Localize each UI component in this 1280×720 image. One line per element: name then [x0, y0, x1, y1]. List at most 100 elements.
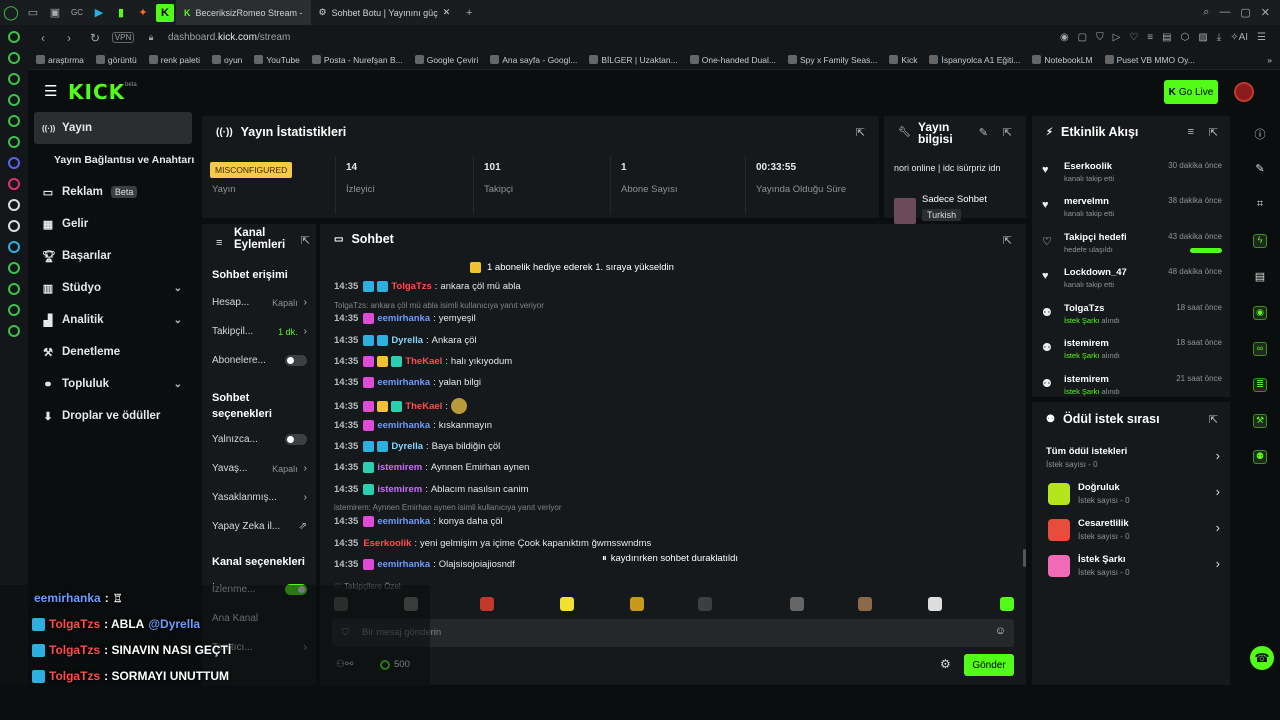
sidebar-item-stüdyo[interactable]: ▥ Stüdyo ⌄ [28, 272, 198, 304]
sidebar-app-icon[interactable] [8, 115, 20, 127]
bolt-icon[interactable]: ϟ [1253, 234, 1267, 248]
reward-row[interactable]: Cesaretlilik İstek sayısı - 0 › [1042, 516, 1220, 548]
bookmark-item[interactable]: Ana sayfa - Googl... [490, 55, 577, 65]
vpn-icon[interactable]: VPN [112, 32, 134, 43]
bookmark-item[interactable]: Google Çeviri [414, 55, 478, 65]
chat-username[interactable]: TolgaTzs [391, 281, 431, 292]
chat-message[interactable]: 14:35 istemirem: Aynnen Emirhan aynen [334, 462, 529, 473]
snapshot-icon[interactable]: ▢ [1078, 32, 1087, 43]
emote-icon[interactable] [560, 597, 574, 611]
sidebar-item-denetleme[interactable]: ⚒ Denetleme [28, 336, 198, 368]
chat-icon[interactable]: ◉ [1253, 306, 1267, 320]
event-item[interactable]: ♥ mervelmn kanalı takip etti 38 dakika önce [1042, 196, 1222, 230]
chat-message[interactable]: 14:35 istemirem: Ablacım nasılsın canim [334, 484, 529, 495]
search-icon[interactable]: ⌕ [1203, 6, 1209, 19]
close-window-icon[interactable]: ✕ [1261, 6, 1270, 19]
sidebar-item-analitik[interactable]: ▟ Analitik ⌄ [28, 304, 198, 336]
bookmark-item[interactable]: YouTube [254, 55, 300, 65]
chat-username[interactable]: eemirhanka [377, 516, 430, 527]
emoji-icon[interactable]: ☺ [995, 625, 1006, 637]
hamburger-icon[interactable]: ☰ [44, 82, 57, 100]
sidebar-item-başarılar[interactable]: 🏆︎ Başarılar [28, 240, 198, 272]
event-item[interactable]: ♥ Lockdown_47 kanalı takip etti 48 dakika ö… [1042, 267, 1222, 301]
minimize-icon[interactable]: — [1219, 6, 1230, 19]
tab-sohbet-botu[interactable]: ⚙ Sohbet Botu | Yayınını güç ✕ [311, 0, 459, 25]
channel-setting-row[interactable]: Yasaklanmış... › [212, 492, 307, 503]
sidebar-app-icon[interactable] [8, 73, 20, 85]
chat-username[interactable]: eemirhanka [377, 420, 430, 431]
event-item[interactable]: ♥ Eserkoolik kanalı takip etti 30 dakika ön… [1042, 161, 1222, 195]
bookmark-item[interactable]: Kick [889, 55, 917, 65]
reward-icon[interactable]: ⚉ [1253, 450, 1267, 464]
tab-beceriksizromeo[interactable]: K BeceriksizRomeo Stream - [176, 0, 311, 25]
tab-icon[interactable]: ▣ [44, 0, 66, 25]
channel-setting-row[interactable]: Yalnızca... [212, 434, 307, 445]
chat-username[interactable]: istemirem [377, 484, 422, 495]
bookmark-item[interactable]: oyun [211, 55, 242, 65]
camera-icon[interactable]: ◉ [1060, 32, 1069, 43]
sidebar-app-icon[interactable] [8, 241, 20, 253]
tab-icon[interactable]: GC [66, 0, 88, 25]
expand-icon[interactable]: ⇱ [856, 126, 865, 139]
channel-setting-row[interactable]: Yavaş... Kapalı › [212, 463, 307, 474]
new-tab-icon[interactable]: + [458, 0, 480, 25]
chat-username[interactable]: istemirem [377, 462, 422, 473]
sidebar-app-icon[interactable] [8, 94, 20, 106]
avatar[interactable] [1234, 82, 1254, 102]
event-item[interactable]: ⚉ TolgaTzs İstek Şarkı alındı 18 saat önce [1042, 303, 1222, 337]
menu-icon[interactable]: ☰ [1257, 32, 1266, 43]
history-icon[interactable] [8, 283, 20, 295]
chat-username[interactable]: TheKael [405, 401, 442, 412]
settings-icon[interactable] [8, 325, 20, 337]
emote-icon[interactable] [630, 597, 644, 611]
emote-icon[interactable] [698, 597, 712, 611]
wrench-icon[interactable]: ⚒ [1253, 414, 1267, 428]
chat-message[interactable]: 14:35 eemirhanka: kıskanmayın [334, 420, 492, 431]
chat-username[interactable]: TheKael [405, 356, 442, 367]
channel-setting-row[interactable]: Abonelere... [212, 355, 307, 366]
reload-icon[interactable]: ↻ [86, 31, 104, 45]
bookmark-item[interactable]: renk paleti [148, 55, 200, 65]
chat-message[interactable]: 14:35 Dyrella: Ankara çöl [334, 335, 477, 346]
instagram-icon[interactable] [8, 178, 20, 190]
image-icon[interactable]: ▨ [1198, 32, 1207, 43]
expand-icon[interactable]: ⇱ [1209, 413, 1218, 426]
kick-logo[interactable]: KICK [68, 80, 125, 104]
lock-icon[interactable]: 🔒︎ [142, 32, 160, 43]
emote-icon[interactable] [480, 597, 494, 611]
tab-icon[interactable]: ✦ [132, 0, 154, 25]
opera-logo-icon[interactable]: ◯ [0, 0, 22, 25]
chat-message[interactable]: 14:35 TheKael: halı yıkıyodum [334, 356, 512, 367]
chat-input[interactable]: ⛉Bir mesaj gönderin☺ [332, 619, 1014, 647]
chat-paused-notice[interactable]: ⏸ kaydırırken sohbet duraklatıldı [598, 553, 743, 564]
link-icon[interactable]: ∞ [1253, 342, 1267, 356]
chat-username[interactable]: Dyrella [391, 335, 423, 346]
tab-switcher-icon[interactable]: ▭ [22, 0, 44, 25]
edit-icon[interactable]: ✎ [979, 126, 988, 139]
reward-row[interactable]: Doğruluk İstek sayısı - 0 › [1042, 480, 1220, 512]
channel-setting-row[interactable]: Takipçil... 1 dk. › [212, 326, 307, 337]
crop-icon[interactable]: ⌗ [1253, 198, 1267, 212]
filter-icon[interactable]: ≡ [1188, 126, 1194, 138]
heart-icon[interactable]: ♡ [1129, 32, 1138, 43]
chat-message[interactable]: 14:35 eemirhanka: Olajsisojoiajiosndf [334, 559, 515, 570]
x-icon[interactable] [8, 220, 20, 232]
sidebar-item-gelir[interactable]: ▦ Gelir [28, 208, 198, 240]
kick-tab-icon[interactable]: K [156, 3, 174, 22]
reward-row[interactable]: İstek Şarkı İstek sayısı - 0 › [1042, 552, 1220, 584]
sidebar-item-reklam[interactable]: ▭ Reklam Beta [28, 176, 198, 208]
chat-username[interactable]: eemirhanka [377, 377, 430, 388]
chat-message[interactable]: 14:35 Eserkoolik: yeni gelmişim ya içime Ç… [334, 538, 651, 549]
bookmark-item[interactable]: NotebookLM [1032, 55, 1093, 65]
event-item[interactable]: ⚉ istemirem İstek Şarkı alındı 18 saat önce [1042, 338, 1222, 372]
chat-message[interactable]: 14:35 Dyrella: Baya bildiğin çöl [334, 441, 500, 452]
chat-username[interactable]: Eserkoolik [363, 538, 411, 549]
bookmark-item[interactable]: İspanyolca A1 Eğiti... [929, 55, 1020, 65]
expand-icon[interactable]: ⇱ [301, 234, 310, 247]
ai-icon[interactable]: ✧AI [1230, 32, 1248, 43]
event-item[interactable]: ♡ Takipçi hedefi hedefe ulaşıldı 43 dakika … [1042, 232, 1222, 266]
chat-settings-icon[interactable]: ⚙ [940, 657, 951, 671]
tab-icon[interactable]: ▶ [88, 0, 110, 25]
chat-username[interactable]: eemirhanka [377, 313, 430, 324]
go-live-button[interactable]: K Go Live [1164, 80, 1218, 104]
